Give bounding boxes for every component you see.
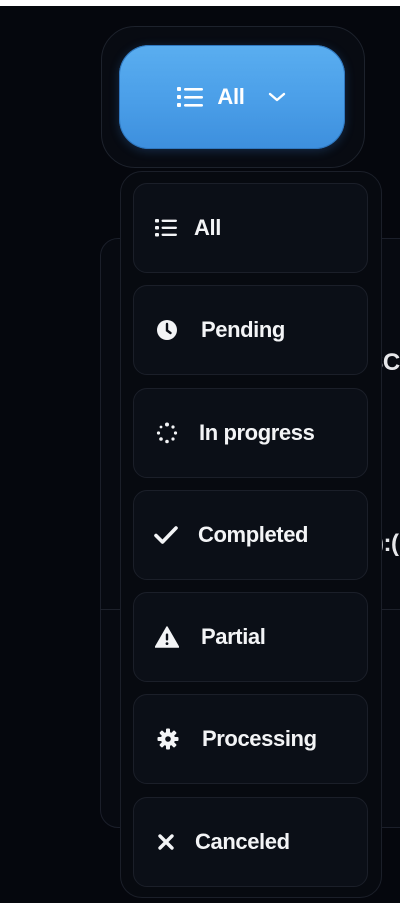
menu-item-pending[interactable]: Pending xyxy=(133,285,368,375)
chevron-down-icon xyxy=(267,91,287,103)
menu-item-canceled[interactable]: Canceled xyxy=(133,797,368,887)
menu-item-processing[interactable]: Processing xyxy=(133,694,368,784)
menu-item-completed[interactable]: Completed xyxy=(133,490,368,580)
menu-item-label: Pending xyxy=(201,317,285,342)
warning-icon xyxy=(155,625,179,649)
gear-icon xyxy=(156,727,180,751)
menu-item-label: In progress xyxy=(199,420,315,445)
selected-filter-label: All xyxy=(217,84,245,109)
menu-item-in-progress[interactable]: In progress xyxy=(133,388,368,478)
list-icon xyxy=(177,86,204,108)
spinner-icon xyxy=(155,421,179,445)
menu-item-label: Partial xyxy=(201,624,266,649)
menu-item-partial[interactable]: Partial xyxy=(133,592,368,682)
menu-item-all[interactable]: All xyxy=(133,183,368,273)
menu-item-label: All xyxy=(194,215,221,240)
close-icon xyxy=(154,830,178,854)
clock-icon xyxy=(155,318,179,342)
list-icon xyxy=(154,216,178,240)
menu-item-label: Canceled xyxy=(195,829,290,854)
menu-item-label: Completed xyxy=(198,522,309,547)
menu-item-label: Processing xyxy=(202,726,317,751)
check-icon xyxy=(154,523,178,547)
status-filter-dropdown-button[interactable]: All xyxy=(119,45,345,149)
